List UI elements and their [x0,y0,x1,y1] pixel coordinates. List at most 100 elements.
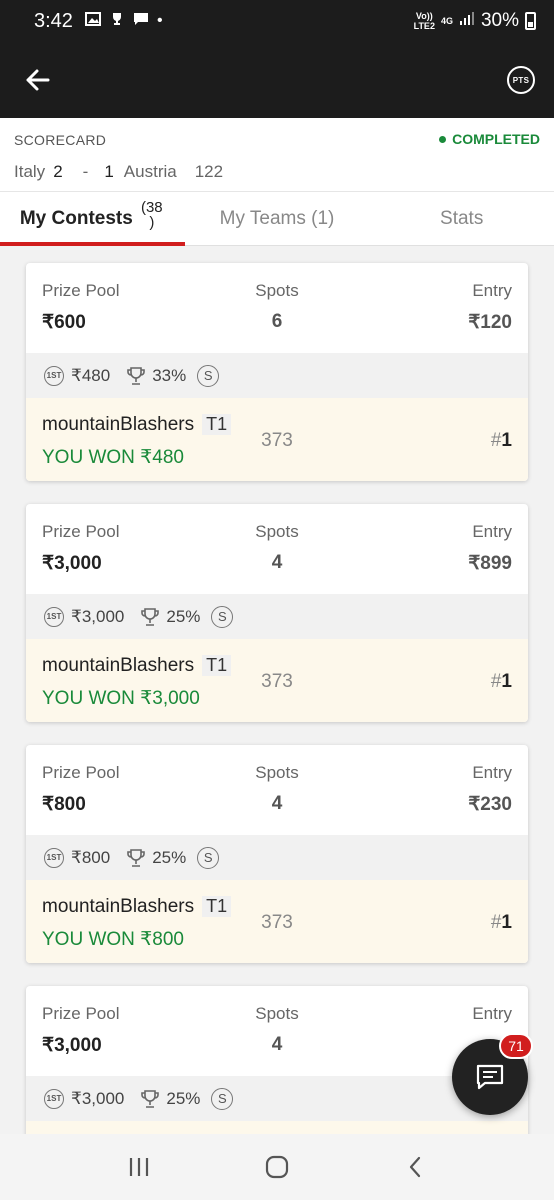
first-prize-icon: 1ST [44,847,64,868]
rank-hash: # [490,671,502,692]
trophy-icon [127,366,145,386]
recent-apps-icon [129,1158,149,1176]
network-type: 4G [440,16,453,26]
entry-col: Entry ₹230 [468,763,512,816]
entry-col: Entry ₹899 [468,522,512,575]
team-points: 373 [261,430,293,451]
team-rank: #1 [491,912,512,934]
spots-col: Spots 4 [26,1004,528,1056]
first-prize-value: ₹3,000 [71,1088,125,1108]
home-button[interactable] [257,1147,297,1187]
team1-score: 2 [53,162,63,181]
status-bar: 3:42 • Vo)) LTE2 4G 30% [0,0,554,42]
winners-percent: 25% [166,606,201,626]
match-status: COMPLETED [439,131,540,147]
chat-icon [476,1064,504,1090]
entry-value: ₹230 [468,794,512,815]
team-result-row[interactable] [26,1121,528,1134]
trophy-icon [141,607,160,627]
prize-info-row: 1ST ₹800 25% S [26,835,528,880]
status-time: 3:42 [34,9,73,32]
entry-label: Entry [472,281,512,300]
volte-label: Vo)) [415,11,433,21]
recent-apps-button[interactable] [119,1147,159,1187]
rank-value: 1 [501,671,512,692]
single-entry-icon: S [211,1087,234,1110]
tab-my-teams[interactable]: My Teams (1) [185,192,370,245]
team-result-row[interactable]: mountainBlashers T1 YOU WON ₹800 373 #1 [26,880,528,963]
contest-card[interactable]: Prize Pool ₹600 Spots 6 Entry ₹120 1ST ₹… [26,263,528,481]
back-button[interactable] [20,62,56,98]
tab-count-line1: (38 [140,198,163,216]
tab-label: My Contests [19,207,133,229]
entry-value: ₹899 [468,553,512,574]
status-dot-icon [439,135,447,143]
contest-summary: Prize Pool ₹600 Spots 6 Entry ₹120 [26,263,528,353]
app-header: PTS [0,42,554,118]
rank-value: 1 [501,912,512,933]
message-icon [133,11,149,32]
trophy-icon [141,1089,160,1109]
contest-summary: Prize Pool ₹800 Spots 4 Entry ₹230 [26,745,528,835]
single-entry-icon: S [197,846,220,869]
team-rank: #1 [491,671,512,693]
contest-card[interactable]: Prize Pool ₹800 Spots 4 Entry ₹230 1ST ₹… [26,745,528,963]
spots-label: Spots [255,522,299,541]
home-icon [265,1155,289,1179]
spots-col: Spots 6 [26,281,528,333]
signal-icon [459,10,475,32]
spots-label: Spots [255,281,299,300]
contest-list[interactable]: Prize Pool ₹600 Spots 6 Entry ₹120 1ST ₹… [0,246,554,1134]
contest-summary: Prize Pool ₹3,000 Spots 4 Entry ₹899 [26,504,528,594]
team-result-row[interactable]: mountainBlashers T1 YOU WON ₹3,000 373 #1 [26,639,528,722]
first-prize-icon: 1ST [44,606,64,627]
single-entry-icon: S [197,364,220,387]
team2-score: 1 [104,162,114,181]
scorecard: SCORECARD COMPLETED Italy 2 - 1 Austria … [0,118,554,192]
winners-percent: 25% [152,847,187,867]
chevron-left-icon [409,1156,421,1178]
entry-value: ₹120 [468,312,512,333]
pts-button[interactable]: PTS [507,66,535,94]
winners-percent: 25% [166,1088,201,1108]
entry-col: Entry [472,1004,512,1034]
arrow-left-icon [26,69,50,91]
prize-info-row: 1ST ₹480 33% S [26,353,528,398]
single-entry-icon: S [211,605,234,628]
dot-icon: • [156,12,163,29]
spots-label: Spots [255,763,299,782]
score-separator: - [82,162,89,181]
spots-value: 4 [271,552,283,573]
prize-info-row: 1ST ₹3,000 25% S [26,594,528,639]
tab-stats[interactable]: Stats [369,192,554,245]
contest-card[interactable]: Prize Pool ₹3,000 Spots 4 Entry 1ST ₹3,0… [26,986,528,1134]
lte-label: LTE2 [413,21,435,31]
battery-percent: 30% [480,10,519,31]
chat-unread-badge: 71 [499,1033,533,1059]
tab-count-line2: ) [149,213,155,231]
scorecard-label: SCORECARD [14,132,107,148]
image-icon [84,11,101,32]
rank-value: 1 [501,430,512,451]
status-text: COMPLETED [452,131,540,147]
entry-label: Entry [472,1004,512,1023]
spots-value: 4 [271,793,283,814]
rank-hash: # [490,912,502,933]
match-score: Italy 2 - 1 Austria 122 [14,162,223,182]
team1-name: Italy [14,162,46,181]
entry-label: Entry [472,522,512,541]
first-prize-icon: 1ST [44,1088,64,1109]
spots-value: 4 [271,1034,283,1055]
trophy-icon [127,848,145,868]
team2-name: Austria [123,162,177,181]
first-prize-value: ₹480 [71,365,111,385]
rank-hash: # [490,430,502,451]
spots-col: Spots 4 [26,522,528,574]
contest-card[interactable]: Prize Pool ₹3,000 Spots 4 Entry ₹899 1ST… [26,504,528,722]
battery-icon [525,12,536,30]
system-back-button[interactable] [395,1147,435,1187]
tab-my-contests[interactable]: My Contests (38 ) [0,192,185,246]
team-result-row[interactable]: mountainBlashers T1 YOU WON ₹480 373 #1 [26,398,528,481]
tab-bar: My Contests (38 ) My Teams (1) Stats [0,192,554,246]
contest-summary: Prize Pool ₹3,000 Spots 4 Entry [26,986,528,1076]
